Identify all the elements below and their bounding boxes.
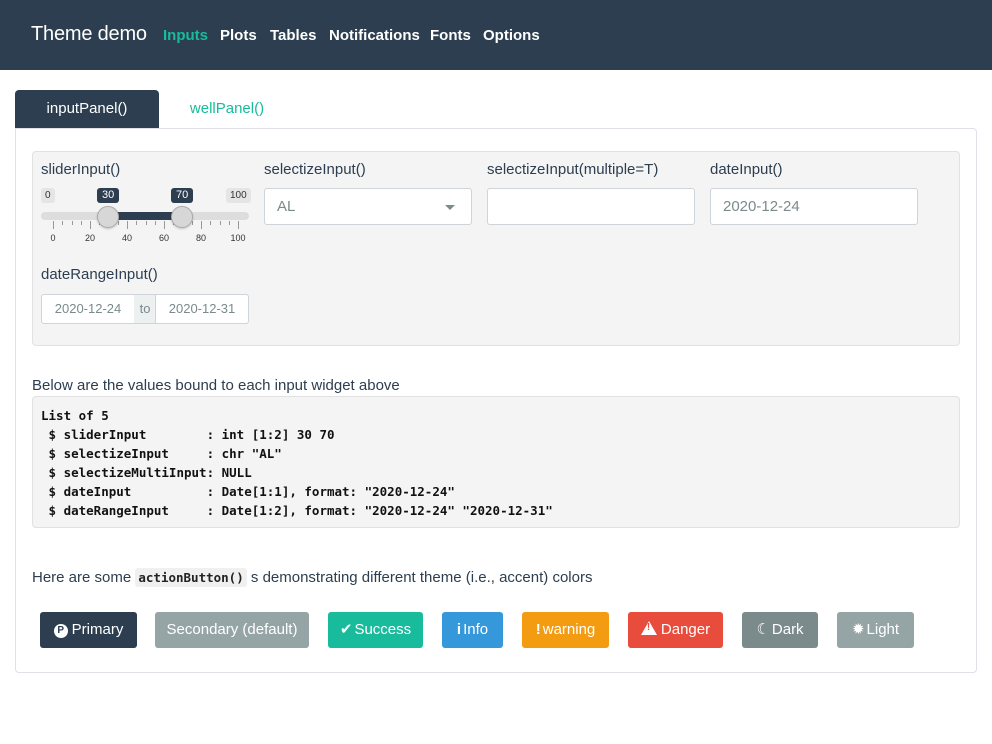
slider-handle-from[interactable] (97, 206, 119, 228)
slider-tick-label: 60 (158, 233, 169, 243)
date-range-label: dateRangeInput() (41, 266, 158, 283)
warning-button[interactable]: ! warning (522, 612, 609, 648)
navbar: Theme demo Inputs Plots Tables Notificat… (0, 0, 992, 70)
nav-item-options[interactable]: Options (483, 27, 540, 44)
values-line: $ selectizeMultiInput: NULL (41, 465, 252, 480)
selectize-multi-input[interactable] (487, 188, 695, 225)
slider-tick (71, 221, 73, 225)
slider-tick (127, 221, 128, 229)
navbar-brand[interactable]: Theme demo (31, 23, 147, 46)
slider-tick-label: 80 (195, 233, 206, 243)
light-button[interactable]: ✹ Light (837, 612, 914, 648)
secondary-button[interactable]: Secondary (default) (155, 612, 309, 648)
button-label: Success (354, 621, 412, 638)
date-input[interactable]: 2020-12-24 (710, 188, 918, 225)
date-range-end-input[interactable]: 2020-12-31 (155, 294, 249, 324)
nav-item-plots[interactable]: Plots (220, 27, 257, 44)
slider-tick-label: 0 (50, 233, 56, 243)
slider-tick (145, 221, 147, 225)
button-label: Info (463, 621, 489, 638)
slider-tick (80, 221, 82, 225)
tab-input-panel[interactable]: inputPanel() (15, 90, 159, 128)
actions-label-suffix: s demonstrating different theme (i.e., a… (246, 569, 593, 586)
nav-item-tables[interactable]: Tables (270, 27, 316, 44)
actions-label: Here are some actionButton() s demonstra… (32, 568, 593, 587)
slider-label: sliderInput() (41, 161, 121, 178)
slider-tick (210, 221, 212, 225)
slider-tick (136, 221, 138, 225)
date-label: dateInput() (710, 161, 783, 178)
exclamation-icon: ! (535, 621, 541, 638)
slider-tick (90, 221, 91, 229)
slider-tick (164, 221, 165, 229)
warning-triangle-icon (640, 621, 657, 635)
selectize-value: AL (277, 198, 296, 215)
sun-icon: ✹ (851, 621, 865, 638)
slider-min-label: 0 (41, 188, 55, 203)
slider-max-label: 100 (226, 188, 251, 203)
values-output: List of 5 $ sliderInput : int [1:2] 30 7… (32, 396, 960, 528)
button-label: Secondary (default) (166, 621, 298, 638)
slider-tick (228, 221, 230, 225)
actions-label-prefix: Here are some (32, 569, 136, 586)
dark-button[interactable]: ☾ Dark (742, 612, 818, 648)
date-range-separator: to (134, 294, 156, 324)
slider-tick-label: 100 (230, 233, 246, 243)
values-label: Below are the values bound to each input… (32, 377, 400, 394)
date-value: 2020-12-24 (723, 198, 800, 215)
slider-tick (53, 221, 54, 229)
moon-icon: ☾ (756, 621, 770, 638)
slider-from-value: 30 (97, 188, 120, 203)
slider-tick (62, 221, 64, 225)
button-label: Primary (71, 621, 124, 638)
danger-button[interactable]: Danger (628, 612, 723, 648)
values-line: $ selectizeInput : chr "AL" (41, 446, 282, 461)
values-line: List of 5 (41, 408, 109, 423)
chevron-down-icon (445, 205, 455, 210)
check-icon: ✔ (339, 621, 353, 638)
slider-tick (238, 221, 239, 229)
selectize-label: selectizeInput() (264, 161, 366, 178)
slider-tick (154, 221, 156, 225)
slider-tick (201, 221, 202, 229)
nav-item-inputs[interactable]: Inputs (163, 27, 208, 44)
selectize-multi-label: selectizeInput(multiple=T) (487, 161, 659, 178)
slider-tick (219, 221, 221, 225)
slider-tick-label: 20 (84, 233, 95, 243)
button-label: Danger (660, 621, 711, 638)
values-line: $ sliderInput : int [1:2] 30 70 (41, 427, 335, 442)
primary-button[interactable]: P Primary (40, 612, 137, 648)
button-label: Light (866, 621, 900, 638)
nav-item-fonts[interactable]: Fonts (430, 27, 471, 44)
actions-label-code: actionButton() (135, 568, 247, 587)
tab-well-panel[interactable]: wellPanel() (159, 90, 295, 128)
values-line: $ dateRangeInput : Date[1:2], format: "2… (41, 503, 553, 518)
info-icon: i (456, 621, 462, 638)
info-button[interactable]: i Info (442, 612, 503, 648)
slider-to-value: 70 (171, 188, 194, 203)
date-range-start-input[interactable]: 2020-12-24 (41, 294, 135, 324)
values-line: $ dateInput : Date[1:1], format: "2020-1… (41, 484, 455, 499)
nav-item-notifications[interactable]: Notifications (329, 27, 420, 44)
slider-handle-to[interactable] (171, 206, 193, 228)
success-button[interactable]: ✔ Success (328, 612, 423, 648)
button-label: Dark (771, 621, 804, 638)
selectize-input[interactable]: AL (264, 188, 472, 225)
slider-tick-label: 40 (121, 233, 132, 243)
button-label: warning (542, 621, 596, 638)
p-circle-icon: P (53, 624, 68, 638)
